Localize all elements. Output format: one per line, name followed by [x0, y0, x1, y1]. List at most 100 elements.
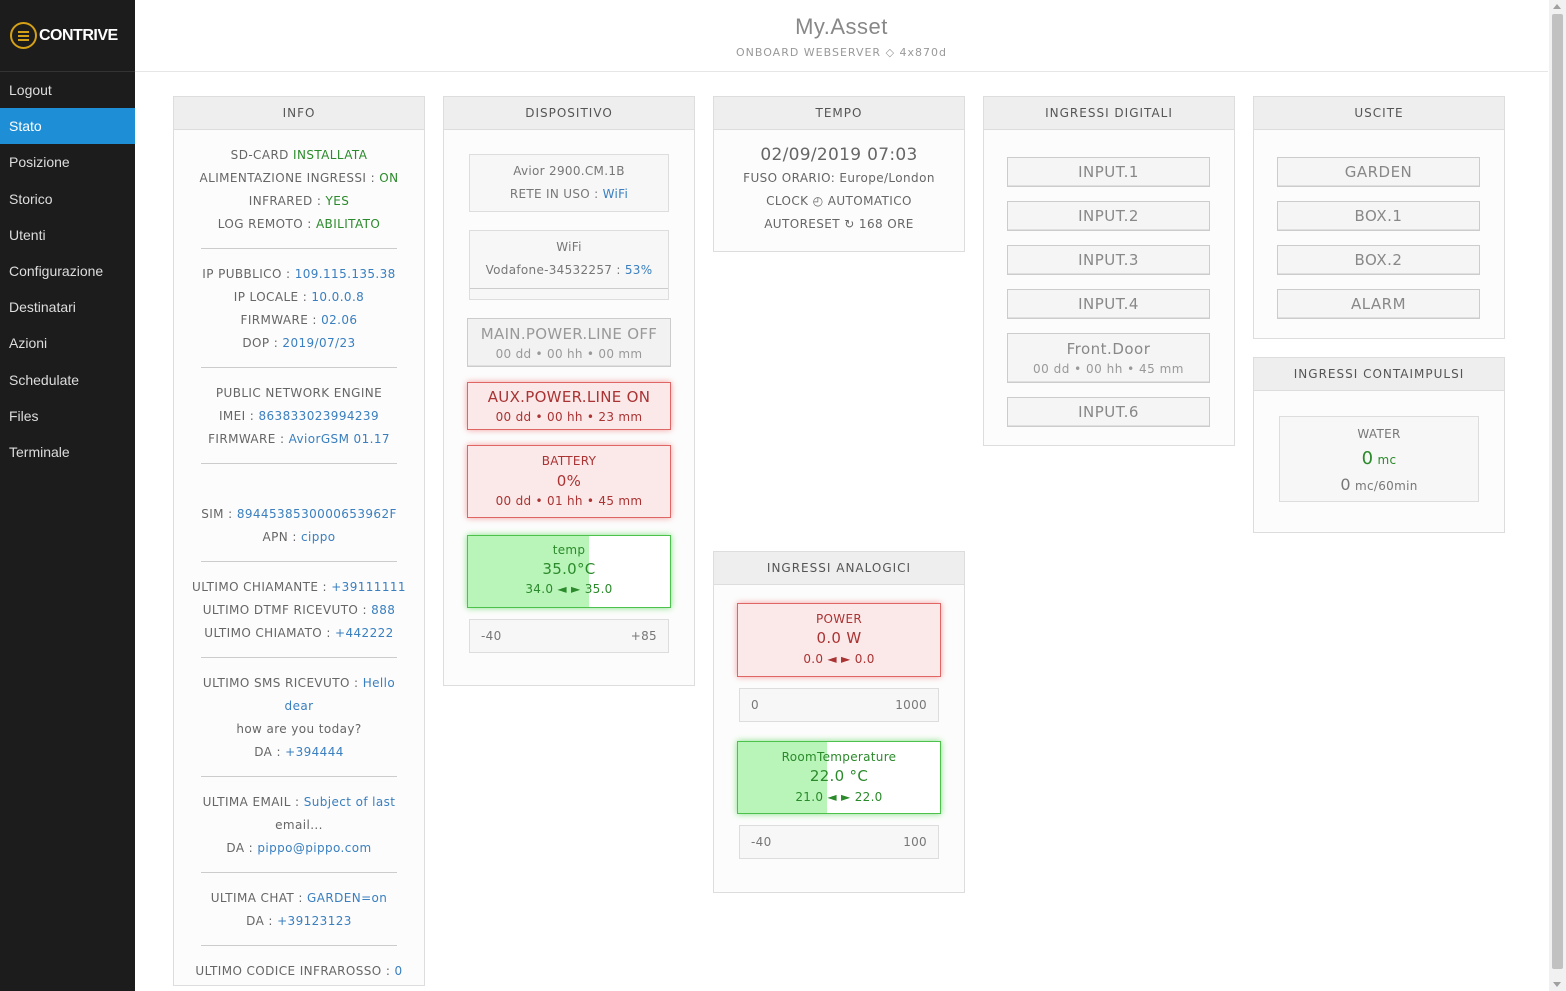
- clock-mode: CLOCK ◴ AUTOMATICO: [766, 194, 912, 208]
- infrared-value: YES: [325, 194, 350, 208]
- power-box: POWER 0.0 W 0.0 ◄ ► 0.0: [737, 603, 941, 677]
- nav-item-files[interactable]: Files: [0, 398, 135, 434]
- chiamante-label: ULTIMO CHIAMANTE :: [192, 580, 327, 594]
- scrollbar-thumb[interactable]: [1552, 14, 1563, 969]
- dtmf-row: ULTIMO DTMF RICEVUTO : 888: [188, 599, 410, 622]
- wifi-ssid: Vodafone-34532257 :: [485, 263, 621, 277]
- water-total-unit: mc: [1377, 453, 1397, 467]
- input-4-button[interactable]: INPUT.4: [1007, 289, 1210, 319]
- nav-item-stato[interactable]: Stato: [0, 108, 135, 145]
- nav-menu: Logout Stato Posizione Storico Utenti Co…: [0, 72, 135, 470]
- pne-heading: PUBLIC NETWORK ENGINE: [215, 386, 383, 400]
- email-value: Subject of last: [303, 795, 396, 809]
- scroll-down-icon[interactable]: [1553, 982, 1561, 987]
- room-temperature-scale-min: -40: [751, 835, 772, 849]
- water-title: WATER: [1357, 427, 1401, 441]
- dop-value: 2019/07/23: [282, 336, 356, 350]
- wifi-row: Vodafone-34532257 : 53%: [470, 259, 668, 282]
- garden-output-button[interactable]: GARDEN: [1277, 157, 1480, 187]
- divider: [201, 776, 397, 777]
- room-temperature-title: RoomTemperature: [781, 750, 897, 764]
- autoreset: AUTORESET ↻ 168 ORE: [764, 217, 914, 231]
- temp-scale-max: +85: [630, 629, 657, 643]
- input-3-button[interactable]: INPUT.3: [1007, 245, 1210, 275]
- temp-range: 34.0 ◄ ► 35.0: [525, 582, 613, 596]
- power-scale-min: 0: [751, 698, 759, 712]
- chat-label: ULTIMA CHAT :: [210, 891, 303, 905]
- digitali-panel-title: INGRESSI DIGITALI: [984, 97, 1234, 130]
- input-1-button[interactable]: INPUT.1: [1007, 157, 1210, 187]
- room-temperature-value: 22.0 °C: [809, 767, 869, 785]
- alarm-output-button[interactable]: ALARM: [1277, 289, 1480, 319]
- input-2-button[interactable]: INPUT.2: [1007, 201, 1210, 231]
- chiamante-row: ULTIMO CHIAMANTE : +39111111: [188, 576, 410, 599]
- main-power-line-title: MAIN.POWER.LINE OFF: [480, 325, 658, 343]
- dispositivo-panel: DISPOSITIVO Avior 2900.CM.1B RETE IN USO…: [443, 96, 695, 686]
- dtmf-label: ULTIMO DTMF RICEVUTO :: [202, 603, 367, 617]
- divider: [201, 657, 397, 658]
- front-door-button[interactable]: Front.Door 00 dd • 00 hh • 45 mm: [1007, 333, 1210, 383]
- uscite-panel: USCITE GARDEN BOX.1 BOX.2 ALARM: [1253, 96, 1505, 339]
- sms-da-label: DA :: [254, 745, 281, 759]
- sd-card-label: SD-CARD: [230, 148, 289, 162]
- tempo-panel: TEMPO 02/09/2019 07:03 FUSO ORARIO: Euro…: [713, 96, 965, 252]
- aux-power-line-time: 00 dd • 00 hh • 23 mm: [495, 410, 643, 424]
- infrared-row: INFRARED : YES: [188, 190, 410, 213]
- ip-locale-label: IP LOCALE :: [233, 290, 308, 304]
- chiamato-row: ULTIMO CHIAMATO : +442222: [188, 622, 410, 645]
- contaimpulsi-panel: INGRESSI CONTAIMPULSI WATER 0 mc 0 mc/60…: [1253, 357, 1505, 533]
- power-range: 0.0 ◄ ► 0.0: [803, 652, 875, 666]
- dop-row: DOP : 2019/07/23: [188, 332, 410, 355]
- imei-label: IMEI :: [218, 409, 255, 423]
- divider: [201, 463, 397, 464]
- digitali-panel: INGRESSI DIGITALI INPUT.1 INPUT.2 INPUT.…: [983, 96, 1235, 446]
- sidebar: CONTRIVE Logout Stato Posizione Storico …: [0, 0, 135, 991]
- ip-locale-value: 10.0.0.8: [311, 290, 365, 304]
- battery-time: 00 dd • 01 hh • 45 mm: [495, 494, 643, 508]
- battery-value: 0%: [556, 472, 582, 490]
- scroll-up-icon[interactable]: [1553, 4, 1561, 9]
- scrollbar[interactable]: [1549, 0, 1566, 991]
- temp-title: temp: [552, 543, 586, 557]
- device-info-box: Avior 2900.CM.1B RETE IN USO : WiFi: [469, 154, 669, 212]
- input-6-button[interactable]: INPUT.6: [1007, 397, 1210, 427]
- battery-title: BATTERY: [541, 454, 597, 468]
- nav-item-utenti[interactable]: Utenti: [0, 217, 135, 253]
- sim-row: SIM : 8944538530000653962F: [188, 503, 410, 526]
- info-panel-title: INFO: [174, 97, 424, 130]
- logo-mark-icon: [10, 22, 37, 49]
- temp-scale-min: -40: [481, 629, 502, 643]
- nav-item-azioni[interactable]: Azioni: [0, 325, 135, 361]
- divider: [201, 561, 397, 562]
- firmware-label: FIRMWARE :: [240, 313, 317, 327]
- sms-da-value: +394444: [285, 745, 344, 759]
- nav-item-configurazione[interactable]: Configurazione: [0, 253, 135, 289]
- nav-item-logout[interactable]: Logout: [0, 72, 135, 108]
- chiamato-label: ULTIMO CHIAMATO :: [204, 626, 331, 640]
- nav-item-storico[interactable]: Storico: [0, 181, 135, 217]
- wifi-title: WiFi: [556, 240, 582, 254]
- nav-item-posizione[interactable]: Posizione: [0, 144, 135, 180]
- aux-power-line-box: AUX.POWER.LINE ON 00 dd • 00 hh • 23 mm: [467, 382, 671, 430]
- box-1-output-button[interactable]: BOX.1: [1277, 201, 1480, 231]
- room-temperature-scale: -40 100: [739, 825, 939, 859]
- nav-item-schedulate[interactable]: Schedulate: [0, 362, 135, 398]
- water-total-value: 0: [1361, 448, 1374, 469]
- log-remoto-value: ABILITATO: [315, 217, 381, 231]
- box-2-output-button[interactable]: BOX.2: [1277, 245, 1480, 275]
- nav-item-terminale[interactable]: Terminale: [0, 434, 135, 470]
- room-temperature-scale-max: 100: [903, 835, 927, 849]
- sd-card-value: INSTALLATA: [293, 148, 368, 162]
- dtmf-value: 888: [371, 603, 396, 617]
- nav-item-destinatari[interactable]: Destinatari: [0, 289, 135, 325]
- divider: [201, 248, 397, 249]
- gsm-firmware-value: AviorGSM 01.17: [288, 432, 390, 446]
- main-power-line-time: 00 dd • 00 hh • 00 mm: [495, 347, 643, 361]
- email-row: ULTIMA EMAIL : Subject of last: [188, 791, 410, 814]
- temp-box: temp 35.0°C 34.0 ◄ ► 35.0: [467, 535, 671, 608]
- sim-value: 8944538530000653962F: [236, 507, 397, 521]
- water-rate-row: 0 mc/60min: [1280, 473, 1478, 498]
- power-title: POWER: [816, 612, 862, 626]
- device-model: Avior 2900.CM.1B: [513, 164, 625, 178]
- water-total-row: 0 mc: [1280, 446, 1478, 473]
